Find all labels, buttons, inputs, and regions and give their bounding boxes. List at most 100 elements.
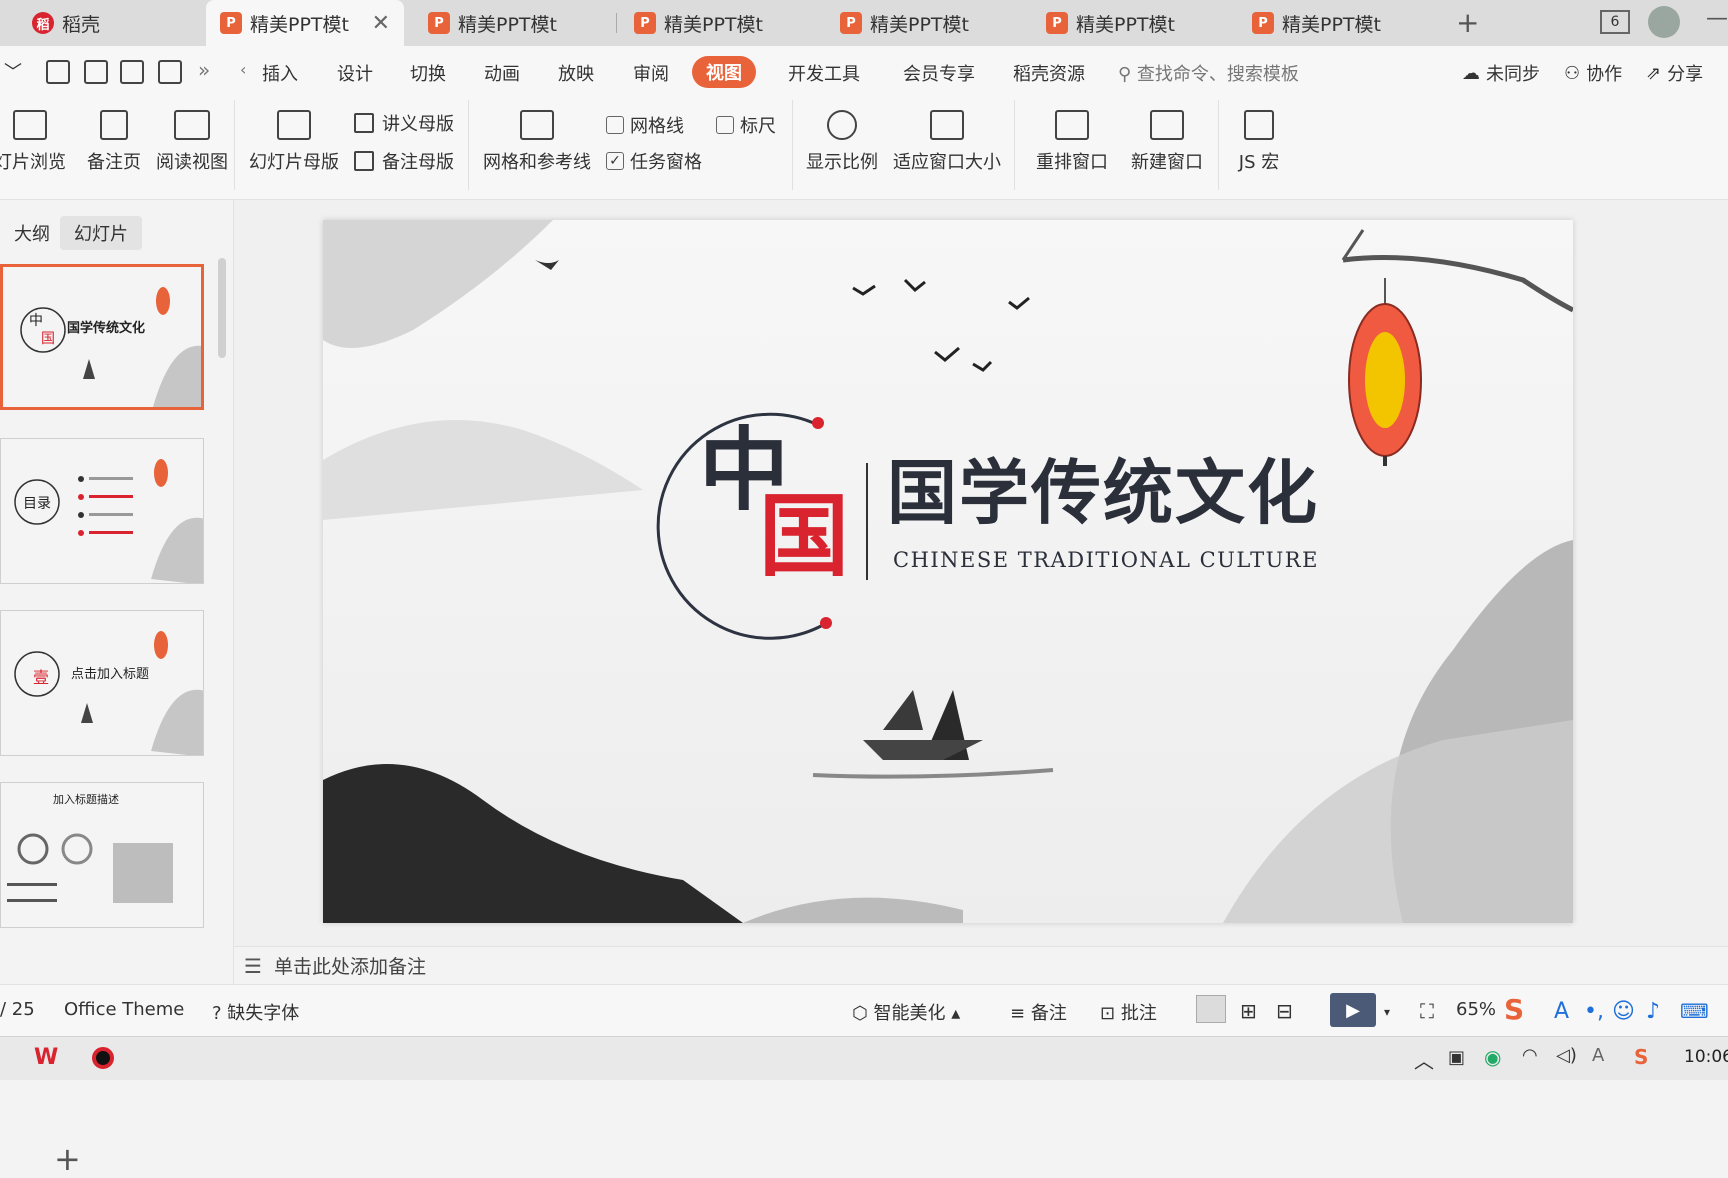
sync-button[interactable]: ☁ 未同步 — [1462, 60, 1540, 86]
wps-app-icon[interactable]: W — [34, 1045, 58, 1070]
menu-slideshow[interactable]: 放映 — [558, 60, 594, 86]
slide-browse-button[interactable]: 灯片浏览 — [0, 100, 66, 174]
slide-thumbnail[interactable]: 目录 — [0, 438, 204, 584]
menu-animation[interactable]: 动画 — [484, 60, 520, 86]
play-slideshow-button[interactable]: ▶ — [1330, 993, 1376, 1027]
wifi-icon[interactable]: ◠ — [1522, 1045, 1538, 1066]
slide-thumbnail[interactable]: 中 国 国学传统文化 — [0, 264, 204, 410]
thumb-art: 壹 — [14, 631, 203, 755]
tab-slides[interactable]: 幻灯片 — [60, 216, 142, 250]
tab-document[interactable]: P 精美PPT模t — [826, 0, 1026, 46]
menu-insert[interactable]: 插入 — [262, 60, 298, 86]
reading-view-icon[interactable]: ⊟ — [1276, 999, 1293, 1023]
avatar[interactable] — [1648, 6, 1680, 38]
play-options-icon[interactable]: ▾ — [1384, 1005, 1390, 1019]
close-tab-icon[interactable]: ✕ — [372, 11, 390, 36]
chevron-up-icon[interactable]: ︿ — [1414, 1045, 1434, 1074]
menu-member[interactable]: 会员专享 — [903, 60, 975, 86]
minimize-icon[interactable]: — — [1706, 6, 1728, 31]
qq-icon[interactable]: ◉ — [1484, 1045, 1501, 1069]
emoji-icon[interactable]: ☺ — [1612, 999, 1635, 1024]
tab-document[interactable]: P 精美PPT模t — [1238, 0, 1438, 46]
slide-thumbnail[interactable]: 壹 点击加入标题 — [0, 610, 204, 756]
tab-document-active[interactable]: P 精美PPT模t ✕ — [206, 0, 404, 46]
reading-view-button[interactable]: 阅读视图 — [146, 100, 238, 174]
checkbox-checked-icon: ✓ — [606, 152, 624, 170]
zoom-label: 显示比例 — [806, 152, 878, 173]
tab-docer[interactable]: 稻 稻壳 — [18, 0, 204, 46]
fit-icon[interactable]: ⛶ — [1420, 999, 1434, 1023]
sogou-tray-icon[interactable]: S — [1634, 1045, 1648, 1069]
notes-area[interactable]: ☰ 单击此处添加备注 — [234, 946, 1728, 984]
gridlines-checkbox[interactable]: 网格线 — [606, 112, 684, 138]
tab-document[interactable]: P 精美PPT模t — [620, 0, 820, 46]
more-icon[interactable]: » — [198, 58, 210, 82]
arrange-window-button[interactable]: 重排窗口 — [1026, 100, 1118, 174]
fit-window-button[interactable]: 适应窗口大小 — [890, 100, 1004, 174]
notes-master-button[interactable]: 备注母版 — [354, 148, 454, 174]
comments-button[interactable]: ⊡ 批注 — [1100, 999, 1157, 1025]
export-icon[interactable] — [84, 60, 108, 84]
print-icon[interactable] — [120, 60, 144, 84]
share-button[interactable]: ⇗ 分享 — [1646, 60, 1703, 86]
chevron-down-icon[interactable]: ﹀ — [4, 58, 22, 84]
clock[interactable]: 10:06 — [1684, 1047, 1728, 1067]
ppt-icon: P — [634, 12, 656, 34]
tray-device-icon[interactable]: ▣ — [1448, 1047, 1465, 1068]
slide-master-label: 幻灯片母版 — [249, 152, 339, 173]
ime-punct-icon[interactable]: •, — [1584, 999, 1604, 1024]
panel-scrollbar[interactable] — [218, 258, 226, 358]
slide-thumbnail[interactable]: 加入标题描述 — [0, 782, 204, 928]
comment-icon: ⊡ — [1100, 1003, 1116, 1024]
smart-beautify-button[interactable]: ⬡ 智能美化 ▴ — [852, 999, 960, 1025]
fit-window-icon — [930, 110, 964, 140]
command-search[interactable]: ⚲ 查找命令、搜索模板 — [1118, 60, 1299, 86]
ruler-label: 标尺 — [740, 116, 776, 137]
tab-label: 精美PPT模t — [458, 13, 557, 36]
menu-transition[interactable]: 切换 — [410, 60, 446, 86]
mic-icon[interactable]: ♪ — [1646, 999, 1660, 1024]
menu-developer[interactable]: 开发工具 — [788, 60, 860, 86]
tab-count-badge[interactable]: 6 — [1600, 10, 1630, 34]
grid-view-icon — [13, 110, 47, 140]
recorder-app-icon[interactable] — [92, 1047, 114, 1069]
zoom-level[interactable]: 65% — [1456, 999, 1496, 1020]
tab-document[interactable]: P 精美PPT模t — [414, 0, 614, 46]
checkbox-unchecked-icon — [716, 116, 734, 134]
volume-icon[interactable]: ◁) — [1556, 1045, 1577, 1066]
slide-master-button[interactable]: 幻灯片母版 — [246, 100, 342, 174]
grid-guides-button[interactable]: 网格和参考线 — [480, 100, 594, 174]
menu-docer-resources[interactable]: 稻壳资源 — [1013, 60, 1085, 86]
handout-master-button[interactable]: 讲义母版 — [354, 110, 454, 136]
tab-label: 精美PPT模t — [1076, 13, 1175, 36]
task-pane-label: 任务窗格 — [630, 152, 702, 173]
theme-name[interactable]: Office Theme — [64, 999, 184, 1020]
print-preview-icon[interactable] — [158, 60, 182, 84]
ruler-checkbox[interactable]: 标尺 — [716, 112, 776, 138]
sorter-view-icon[interactable]: ⊞ — [1240, 999, 1257, 1023]
new-window-button[interactable]: 新建窗口 — [1124, 100, 1210, 174]
tab-outline[interactable]: 大纲 — [0, 216, 64, 250]
tab-document[interactable]: P 精美PPT模t — [1032, 0, 1232, 46]
sogou-ime-icon[interactable]: S — [1504, 993, 1524, 1026]
menu-view[interactable]: 视图 — [692, 56, 756, 88]
ime-mode-icon[interactable]: A — [1592, 1045, 1604, 1066]
slide-canvas[interactable]: 中 国 国学传统文化 CHINESE TRADITIONAL CULTURE — [323, 220, 1573, 923]
missing-font-button[interactable]: ? 缺失字体 — [212, 999, 299, 1025]
save-icon[interactable] — [46, 60, 70, 84]
menu-review[interactable]: 审阅 — [633, 60, 669, 86]
keyboard-icon[interactable]: ⌨ — [1680, 999, 1709, 1023]
new-tab-button[interactable]: + — [1456, 6, 1479, 39]
add-slide-button[interactable]: + — [54, 1140, 81, 1178]
collab-button[interactable]: ⚇ 协作 — [1564, 60, 1622, 86]
ime-letter-icon[interactable]: A — [1554, 999, 1569, 1024]
notes-toggle-button[interactable]: ≡ 备注 — [1010, 999, 1067, 1025]
notes-page-button[interactable]: 备注页 — [76, 100, 152, 174]
chevron-left-icon[interactable]: ‹ — [240, 60, 246, 79]
task-pane-checkbox[interactable]: ✓ 任务窗格 — [606, 148, 702, 174]
smart-beautify-label: 智能美化 — [873, 1003, 946, 1024]
menu-design[interactable]: 设计 — [337, 60, 373, 86]
zoom-button[interactable]: 显示比例 — [800, 100, 884, 174]
js-macro-button[interactable]: JS 宏 — [1226, 100, 1292, 174]
normal-view-icon[interactable] — [1196, 995, 1226, 1023]
